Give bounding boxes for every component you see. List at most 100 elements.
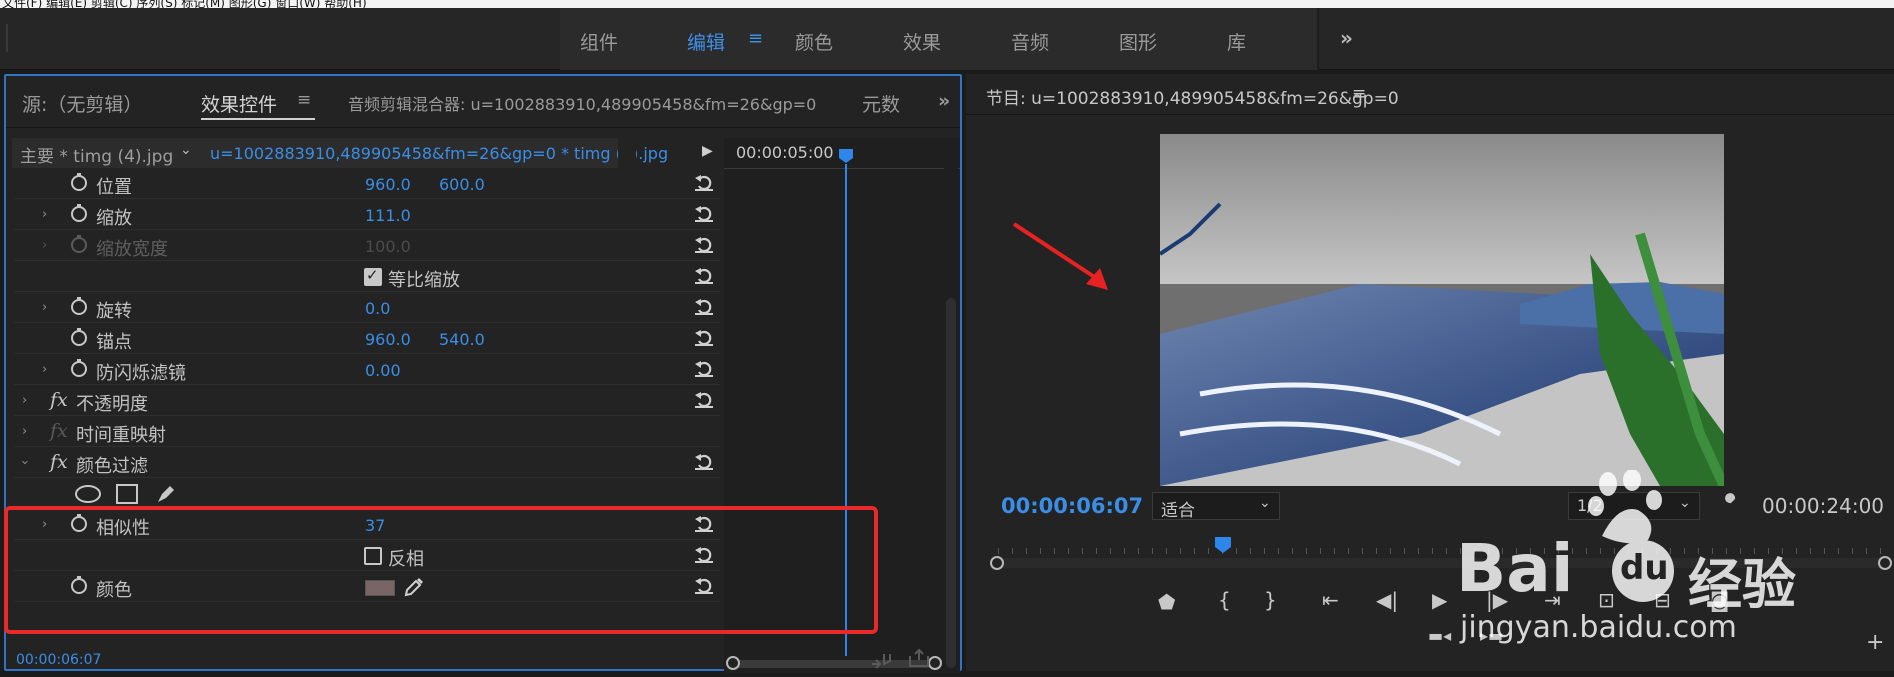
value-scale[interactable]: 111.0 xyxy=(365,206,411,225)
insert-icon[interactable]: ▬◂ xyxy=(1428,626,1451,645)
twirl-icon[interactable]: › xyxy=(22,393,27,408)
scrub-handle-left[interactable] xyxy=(990,556,1004,570)
reset-icon[interactable] xyxy=(693,234,715,254)
rectangle-mask-icon[interactable] xyxy=(115,483,139,505)
premiere-window: 文件(F) 编辑(E) 剪辑(C) 序列(S) 标记(M) 图形(G) 窗口(W… xyxy=(0,0,1894,677)
reset-icon[interactable] xyxy=(693,296,715,316)
menu-bar[interactable]: 文件(F) 编辑(E) 剪辑(C) 序列(S) 标记(M) 图形(G) 窗口(W… xyxy=(0,0,1894,8)
reset-icon[interactable] xyxy=(693,172,715,192)
workspace-tab-editing[interactable]: 编辑 xyxy=(687,28,725,55)
twirl-icon[interactable]: › xyxy=(22,424,27,439)
overwrite-icon[interactable]: ▸▬ xyxy=(1480,626,1503,645)
ellipse-mask-icon[interactable] xyxy=(74,484,102,504)
stopwatch-icon[interactable] xyxy=(69,172,89,192)
play-icon[interactable]: ▶ xyxy=(1432,588,1447,612)
mark-in-icon[interactable]: { xyxy=(1218,588,1231,612)
value-rotation[interactable]: 0.0 xyxy=(365,299,390,318)
fit-dropdown-value: 适合 xyxy=(1161,501,1195,521)
twirl-icon[interactable]: › xyxy=(42,300,47,315)
tab-source[interactable]: 源:（无剪辑） xyxy=(22,90,142,117)
chevron-down-icon[interactable]: ⌄ xyxy=(180,142,192,158)
master-clip-label[interactable]: 主要 * timg (4).jpg xyxy=(20,142,173,167)
pen-mask-icon[interactable] xyxy=(154,482,178,506)
workspace-tab-audio[interactable]: 音频 xyxy=(1011,28,1049,55)
scrub-handle-right[interactable] xyxy=(1878,556,1892,570)
value-y[interactable]: 540.0 xyxy=(439,330,485,349)
tab-audio-clip-mixer[interactable]: 音频剪辑混合器: u=1002883910,489905458&fm=26&gp… xyxy=(348,91,816,115)
reset-icon[interactable] xyxy=(693,265,715,285)
export-frame-icon[interactable] xyxy=(908,648,932,668)
active-tab-underline xyxy=(201,118,315,120)
panel-menu-icon[interactable]: ≡ xyxy=(1352,84,1366,104)
twirl-open-icon[interactable]: › xyxy=(17,460,32,465)
workspace-menu-icon[interactable]: ≡ xyxy=(748,28,763,49)
stopwatch-icon[interactable] xyxy=(69,296,89,316)
twirl-icon[interactable]: › xyxy=(42,207,47,222)
fx-icon[interactable]: fx xyxy=(50,451,68,473)
scrollbar-track[interactable] xyxy=(944,138,958,673)
value-anti-flicker[interactable]: 0.00 xyxy=(365,361,401,380)
effect-row-time-remap[interactable]: › fx 时间重映射 xyxy=(14,417,720,447)
workspace-tab-assembly[interactable]: 组件 xyxy=(580,28,618,55)
camera-icon[interactable]: ◙ xyxy=(1710,588,1729,612)
program-playhead-icon[interactable] xyxy=(1214,536,1232,554)
scrollbar-thumb[interactable] xyxy=(946,298,956,668)
play-clip-icon[interactable]: ▶ xyxy=(702,143,713,159)
go-to-in-icon[interactable]: ⇤ xyxy=(1322,588,1339,612)
wrench-icon[interactable] xyxy=(1718,492,1742,516)
workspace-overflow-icon[interactable]: » xyxy=(1340,26,1353,50)
add-marker-icon[interactable]: ⬟ xyxy=(1158,590,1175,614)
workspace-grip[interactable] xyxy=(6,24,8,52)
value-y[interactable]: 600.0 xyxy=(439,175,485,194)
effect-row-opacity[interactable]: › fx 不透明度 xyxy=(14,386,720,416)
workspace-tab-libraries[interactable]: 库 xyxy=(1227,28,1246,55)
reset-icon[interactable] xyxy=(693,389,715,409)
step-forward-icon[interactable]: |▶ xyxy=(1486,588,1508,612)
reset-icon[interactable] xyxy=(693,358,715,378)
value-x[interactable]: 960.0 xyxy=(365,330,411,349)
workspace-tab-color[interactable]: 颜色 xyxy=(795,28,833,55)
stopwatch-icon[interactable] xyxy=(69,358,89,378)
resolution-dropdown[interactable]: 1/2 ⌄ xyxy=(1568,492,1700,520)
audio-loop-icon[interactable] xyxy=(870,650,894,668)
reset-icon[interactable] xyxy=(693,203,715,223)
fx-icon[interactable]: fx xyxy=(50,389,68,411)
property-row-anti-flicker: › 防闪烁滤镜 0.00 xyxy=(14,355,720,385)
stopwatch-icon xyxy=(71,235,87,253)
step-back-icon[interactable]: ◀| xyxy=(1376,588,1398,612)
mark-out-icon[interactable]: } xyxy=(1264,588,1277,612)
workspace-tab-effects[interactable]: 效果 xyxy=(903,28,941,55)
checkbox-label: 等比缩放 xyxy=(388,270,460,291)
effect-label: 颜色过滤 xyxy=(76,456,148,477)
effect-row-color-pass[interactable]: › fx 颜色过滤 xyxy=(14,448,720,478)
reset-icon[interactable] xyxy=(693,451,715,471)
stopwatch-icon[interactable] xyxy=(69,327,89,347)
fit-dropdown[interactable]: 适合 ⌄ xyxy=(1152,492,1280,521)
go-to-out-icon[interactable]: ⇥ xyxy=(1544,588,1561,612)
program-current-time[interactable]: 00:00:06:07 xyxy=(1001,494,1143,518)
tab-menu-icon[interactable]: ≡ xyxy=(297,90,311,110)
sequence-clip-label[interactable]: u=1002883910,489905458&fm=26&gp=0 * timg… xyxy=(210,144,668,163)
reset-icon[interactable] xyxy=(693,327,715,347)
panel-overflow-icon[interactable]: » xyxy=(938,90,950,112)
effect-controls-timecode[interactable]: 00:00:06:07 xyxy=(16,652,101,668)
tab-effect-controls[interactable]: 效果控件 xyxy=(201,90,277,117)
property-row-anchor: 锚点 960.0 540.0 xyxy=(14,324,720,354)
stopwatch-icon[interactable] xyxy=(69,203,89,223)
property-row-position: 位置 960.0 600.0 xyxy=(14,169,720,199)
lift-icon[interactable]: ⊡ xyxy=(1598,588,1615,612)
twirl-icon[interactable]: › xyxy=(42,362,47,377)
timeline-ruler-time: 00:00:05:00 xyxy=(736,143,834,162)
uniform-scale-checkbox[interactable]: ✓ xyxy=(364,266,382,286)
workspace-tab-graphics[interactable]: 图形 xyxy=(1119,28,1157,55)
program-scrub-bar[interactable] xyxy=(998,558,1890,568)
program-title[interactable]: 节目: u=1002883910,489905458&fm=26&gp=0 xyxy=(986,84,1399,109)
value-x[interactable]: 960.0 xyxy=(365,175,411,194)
zoom-handle-left[interactable] xyxy=(726,656,740,670)
tab-metadata[interactable]: 元数 xyxy=(862,90,900,117)
menu-bar-text[interactable]: 文件(F) 编辑(E) 剪辑(C) 序列(S) 标记(M) 图形(G) 窗口(W… xyxy=(2,0,367,8)
playhead-icon[interactable] xyxy=(838,148,854,164)
extract-icon[interactable]: ⊟ xyxy=(1654,588,1671,612)
add-button-icon[interactable]: + xyxy=(1866,630,1884,655)
program-duration: 00:00:24:00 xyxy=(1762,494,1885,518)
